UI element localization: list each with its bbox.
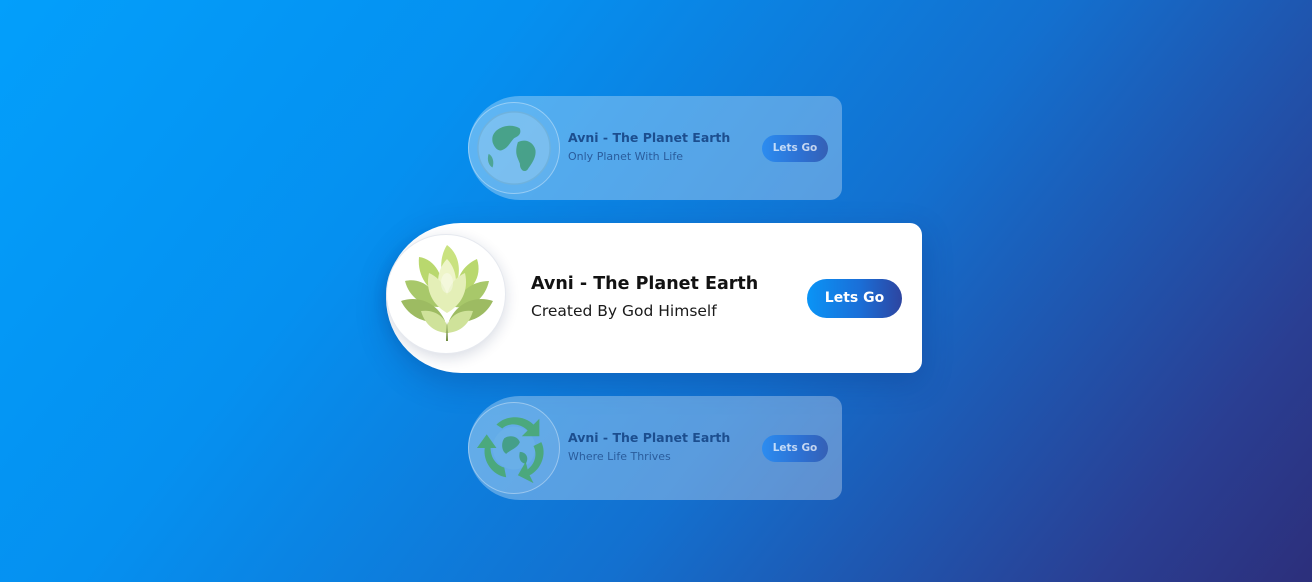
lets-go-button[interactable]: Lets Go xyxy=(807,279,902,318)
planet-card-top: Avni - The Planet Earth Only Planet With… xyxy=(468,96,842,200)
lotus-flower-icon xyxy=(401,245,493,341)
lets-go-button[interactable]: Lets Go xyxy=(762,435,828,462)
card-title: Avni - The Planet Earth xyxy=(568,430,731,445)
globe-icon xyxy=(477,111,551,185)
lets-go-button[interactable]: Lets Go xyxy=(762,135,828,162)
card-thumbnail xyxy=(468,102,560,194)
card-subtitle: Created By God Himself xyxy=(531,302,717,320)
card-subtitle: Only Planet With Life xyxy=(568,150,683,163)
planet-card-featured: Avni - The Planet Earth Created By God H… xyxy=(386,223,922,373)
card-title: Avni - The Planet Earth xyxy=(568,130,731,145)
recycle-globe-icon xyxy=(476,417,544,484)
card-thumbnail xyxy=(386,234,506,354)
card-subtitle: Where Life Thrives xyxy=(568,450,671,463)
planet-card-bottom: Avni - The Planet Earth Where Life Thriv… xyxy=(468,396,842,500)
card-title: Avni - The Planet Earth xyxy=(531,274,759,294)
card-thumbnail xyxy=(468,402,560,494)
